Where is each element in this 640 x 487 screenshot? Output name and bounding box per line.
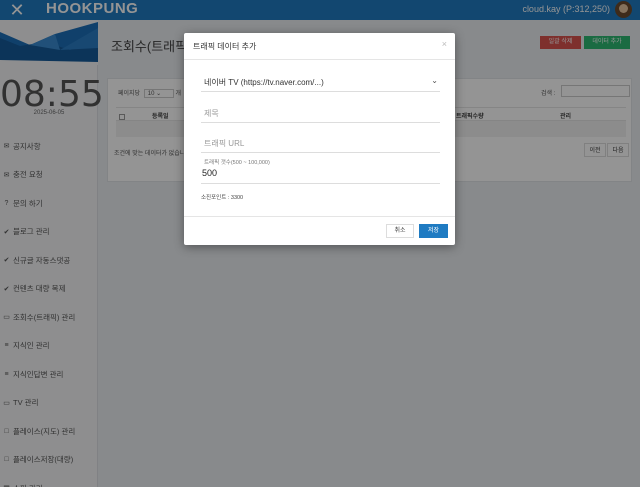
platform-select[interactable]: 네이버 TV (https://tv.naver.com/...) ⌄ bbox=[201, 72, 440, 92]
points-consumed: 소진포인트 : 3300 bbox=[201, 195, 244, 201]
title-placeholder: 제목 bbox=[204, 109, 219, 118]
modal-header: 트래픽 데이터 추가 × bbox=[184, 33, 455, 60]
chevron-down-icon: ⌄ bbox=[431, 76, 438, 85]
modal-close-icon[interactable]: × bbox=[442, 39, 447, 49]
url-placeholder: 트래픽 URL bbox=[204, 139, 245, 148]
traffic-url-input[interactable]: 트래픽 URL bbox=[201, 133, 440, 153]
platform-select-value: 네이버 TV (https://tv.naver.com/...) bbox=[204, 78, 324, 87]
modal-footer-divider bbox=[184, 216, 455, 217]
save-button[interactable]: 저장 bbox=[419, 224, 448, 238]
add-traffic-modal: 트래픽 데이터 추가 × 네이버 TV (https://tv.naver.co… bbox=[184, 33, 455, 245]
title-input[interactable]: 제목 bbox=[201, 103, 440, 123]
modal-title: 트래픽 데이터 추가 bbox=[193, 42, 257, 51]
cancel-button[interactable]: 취소 bbox=[386, 224, 414, 238]
traffic-count-label: 트래픽 갯수(500 ~ 100,000) bbox=[204, 160, 270, 166]
traffic-count-input[interactable]: 트래픽 갯수(500 ~ 100,000) 500 bbox=[201, 156, 440, 184]
traffic-count-value: 500 bbox=[202, 168, 218, 178]
